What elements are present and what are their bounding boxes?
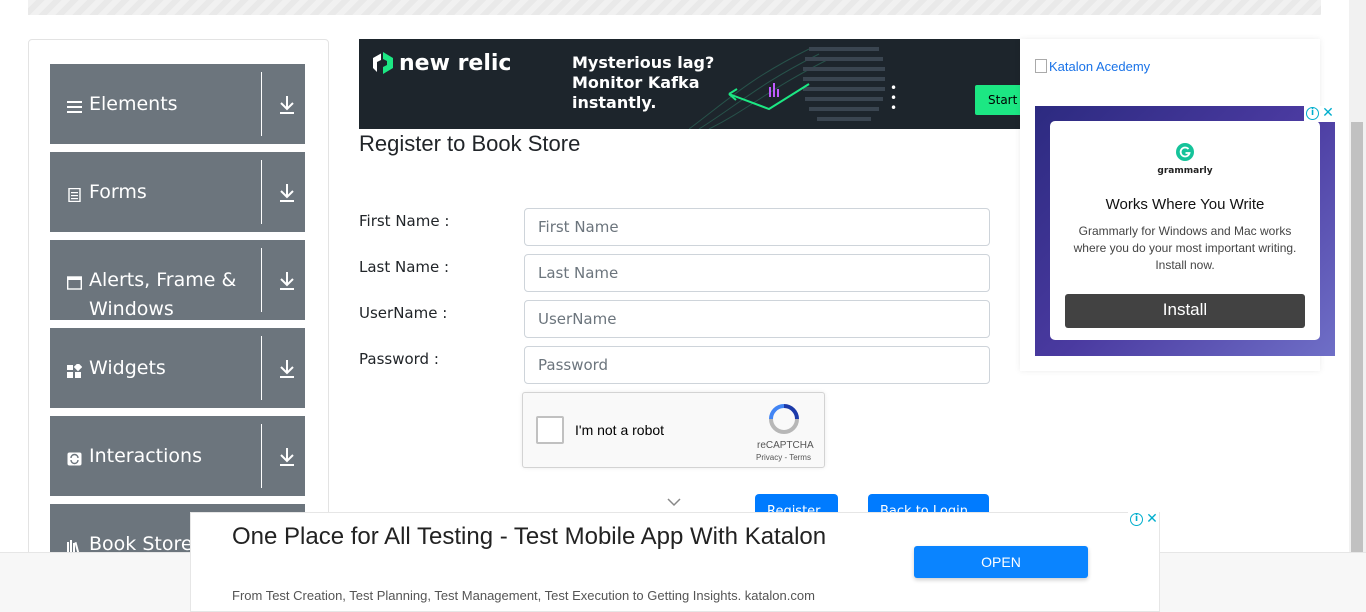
sidebar-group-widgets[interactable]: Widgets [50,328,305,408]
bottom-ad-headline: One Place for All Testing - Test Mobile … [232,523,827,550]
broken-image-icon [1035,59,1047,73]
download-arrow-icon[interactable] [278,446,296,468]
first-name-label: First Name : [359,212,450,230]
recaptcha-label: I'm not a robot [575,422,665,438]
widgets-icon [67,364,82,378]
download-arrow-icon[interactable] [278,94,296,116]
katalon-academy-alt-text: Katalon Acedemy [1049,59,1151,74]
recaptcha-checkbox[interactable] [536,416,564,444]
grammarly-body: Grammarly for Windows and Mac works wher… [1073,224,1297,272]
username-label: UserName : [359,304,448,322]
bottom-ad-subtext: From Test Creation, Test Planning, Test … [232,588,815,603]
sidebar-group-label: Interactions [89,445,202,467]
sidebar-menu: Elements Forms Alerts, Frame & Windows W… [28,39,329,579]
top-pattern-strip [28,0,1321,15]
katalon-bottom-ad[interactable]: One Place for All Testing - Test Mobile … [190,512,1160,612]
sidebar-group-forms[interactable]: Forms [50,152,305,232]
interactions-icon [67,452,82,466]
ad-close-icon[interactable]: ✕ [1321,106,1335,122]
ad-choices-controls[interactable]: i ✕ [1304,106,1335,122]
password-label: Password : [359,350,439,368]
grammarly-install-button[interactable]: Install [1065,294,1305,328]
ad-info-icon[interactable]: i [1130,513,1143,526]
sidebar-group-interactions[interactable]: Interactions [50,416,305,496]
last-name-input[interactable] [524,254,990,292]
recaptcha-widget: I'm not a robot reCAPTCHA Privacy - Term… [522,392,825,468]
chevron-down-icon [667,498,681,507]
first-name-input[interactable] [524,208,990,246]
grammarly-headline: Works Where You Write [1105,196,1265,213]
divider [261,424,262,488]
recaptcha-logo-icon [769,404,799,434]
grammarly-ad-card: grammarly Works Where You Write Grammarl… [1050,121,1320,340]
grammarly-logo-icon [1176,143,1194,161]
recaptcha-brand: reCAPTCHA [757,440,814,451]
recaptcha-terms-link[interactable]: Privacy - Terms [756,453,811,462]
document-icon [68,188,81,202]
username-input[interactable] [524,300,990,338]
new-relic-logo-icon [373,52,393,74]
page-scrollbar[interactable] [1349,0,1366,612]
grammarly-brand: grammarly [1157,166,1213,176]
password-input[interactable] [524,346,990,384]
bottom-ad-open-button[interactable]: OPEN [914,546,1088,578]
page-title: Register to Book Store [359,131,581,156]
download-arrow-icon[interactable] [278,358,296,380]
sidebar-group-alerts[interactable]: Alerts, Frame & Windows [50,240,305,320]
banner-brand: new relic [399,51,512,76]
divider [261,72,262,136]
download-arrow-icon[interactable] [278,270,296,292]
last-name-label: Last Name : [359,258,450,276]
bottom-ad-choices-controls[interactable]: i ✕ [1128,512,1159,528]
window-icon [67,276,82,290]
sidebar-group-label: Elements [89,93,178,115]
banner-headline: Mysterious lag? Monitor Kafka instantly. [572,53,715,112]
divider [261,336,262,400]
hamburger-icon [67,101,82,113]
ad-close-icon[interactable]: ✕ [1145,512,1159,528]
scrollbar-thumb[interactable] [1351,122,1363,552]
banner-cta-button[interactable]: Start f [975,85,1020,115]
sidebar-group-elements[interactable]: Elements [50,64,305,144]
new-relic-banner-ad[interactable]: new relic Mysterious lag? Monitor Kafka … [359,39,1020,129]
new-relic-logo: new relic [373,51,511,76]
divider [261,248,262,312]
sidebar-group-label: Alerts, Frame & Windows [89,269,237,320]
katalon-academy-image-link[interactable]: Katalon Acedemy [1035,59,1150,74]
download-arrow-icon[interactable] [278,182,296,204]
sidebar-group-label: Widgets [89,357,166,379]
grammarly-ad[interactable]: grammarly Works Where You Write Grammarl… [1035,106,1335,356]
ad-info-icon[interactable]: i [1306,107,1319,120]
divider [261,160,262,224]
sidebar-group-label: Forms [89,181,147,203]
banner-dots: • • • [890,81,898,115]
